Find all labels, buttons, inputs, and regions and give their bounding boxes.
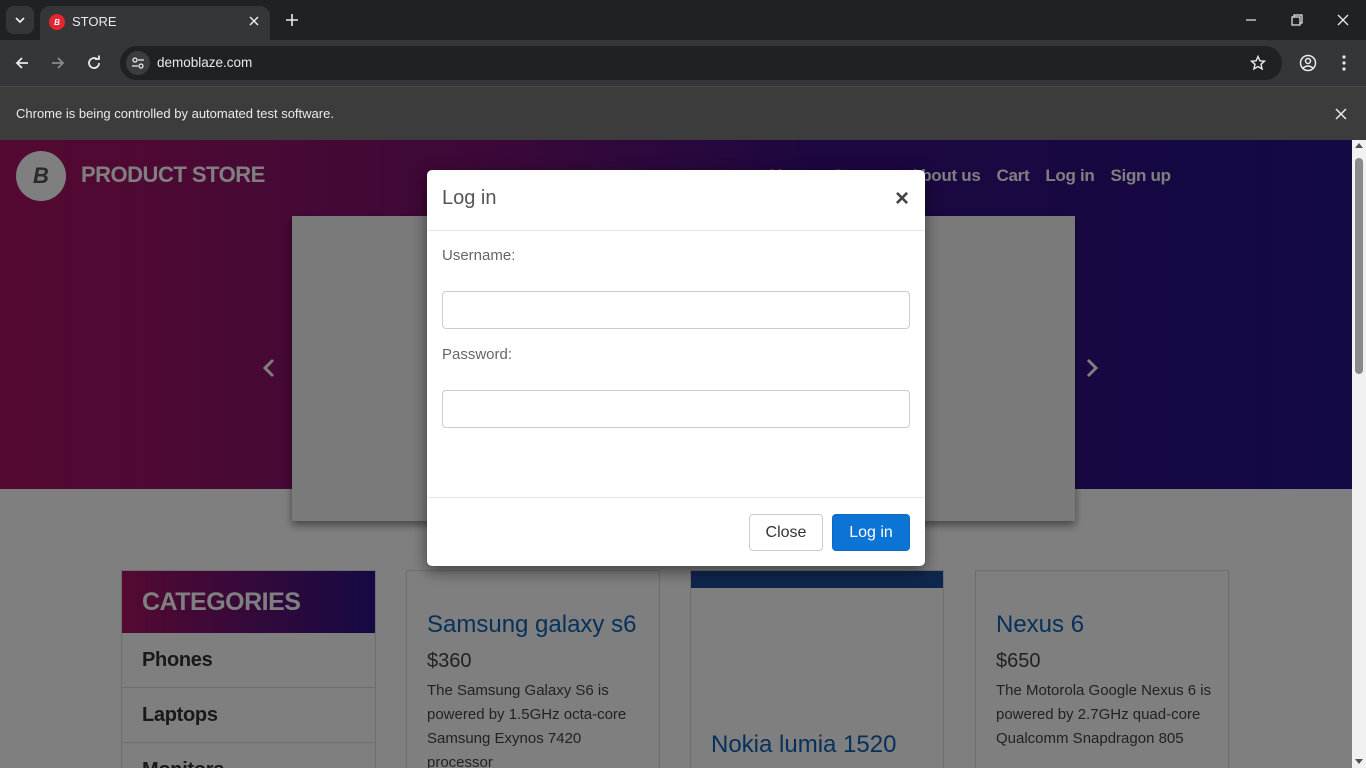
address-bar[interactable]: demoblaze.com [120,46,1282,80]
modal-title: Log in [442,187,497,209]
arrow-left-icon [15,57,28,69]
more-vertical-icon [1342,55,1346,71]
browser-menu-button[interactable] [1330,49,1358,77]
infobar-close-button[interactable] [1332,105,1350,123]
star-icon [1250,55,1266,71]
close-icon [1335,108,1347,120]
username-input[interactable] [442,291,910,329]
restore-window-button[interactable] [1274,0,1320,40]
minimize-icon [1246,19,1256,21]
modal-close-icon[interactable]: × [895,187,909,211]
page-scrollbar[interactable] [1352,140,1366,768]
reload-icon [88,55,100,69]
site-info-button[interactable] [126,51,150,75]
profile-button[interactable] [1294,49,1322,77]
url-text: demoblaze.com [157,55,253,70]
account-circle-icon [1299,54,1317,72]
browser-tab[interactable]: B STORE [40,6,270,40]
minimize-window-button[interactable] [1228,0,1274,40]
restore-icon [1291,14,1303,26]
scroll-up-arrow-icon[interactable] [1355,143,1363,148]
modal-footer: Close Log in [427,497,925,566]
bookmark-button[interactable] [1248,53,1268,73]
close-icon [249,16,259,26]
password-input[interactable] [442,390,910,428]
login-modal: Log in × Username: Password: Close Log i… [427,170,925,566]
scroll-down-arrow-icon[interactable] [1355,759,1363,764]
username-label: Username: [442,247,516,264]
tune-icon [132,57,144,69]
close-button[interactable]: Close [749,514,823,551]
log-in-button[interactable]: Log in [832,514,910,551]
favicon-text: B [54,17,60,27]
close-icon [1337,14,1349,26]
modal-header: Log in × [427,170,925,231]
tab-close-button[interactable] [244,11,264,31]
plus-icon [286,14,298,26]
automation-infobar: Chrome is being controlled by automated … [0,86,1366,140]
forward-button[interactable] [44,49,72,77]
infobar-message: Chrome is being controlled by automated … [16,106,334,121]
close-window-button[interactable] [1320,0,1366,40]
reload-button[interactable] [80,49,108,77]
tab-search-button[interactable] [6,6,34,34]
scroll-thumb[interactable] [1355,158,1363,374]
arrow-right-icon [52,57,65,69]
browser-toolbar: demoblaze.com [0,40,1366,86]
tab-title: STORE [72,14,117,29]
back-button[interactable] [8,49,36,77]
new-tab-button[interactable] [280,8,304,32]
store-favicon-icon: B [49,14,65,30]
chevron-down-icon [15,17,25,24]
password-label: Password: [442,346,513,363]
browser-tab-bar: B STORE [0,0,1366,40]
